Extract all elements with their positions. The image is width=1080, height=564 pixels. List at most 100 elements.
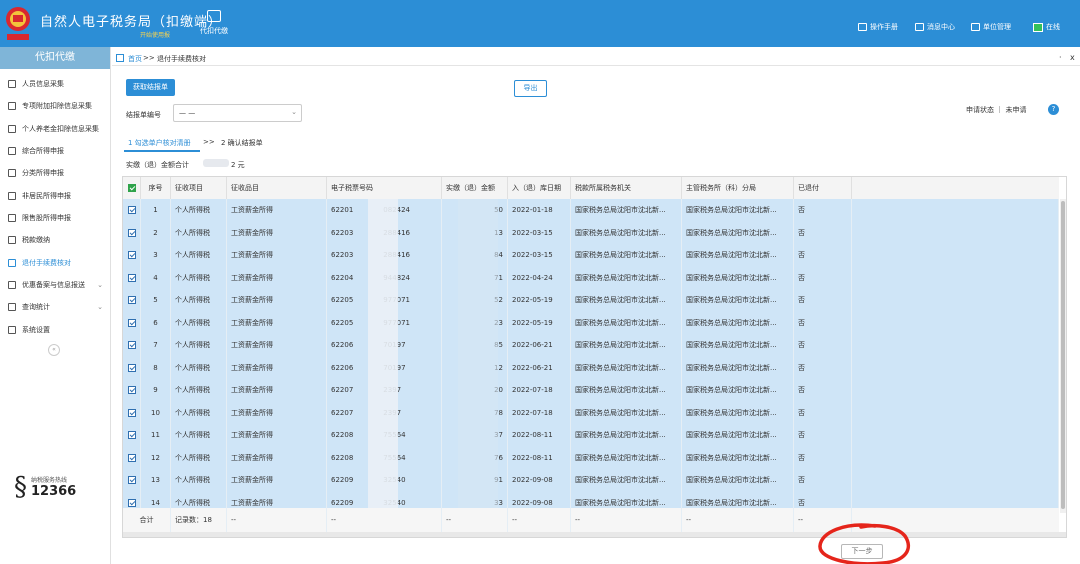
table-cell: 13 <box>141 469 171 492</box>
table-cell: 国家税务总局沈阳市沈北新... <box>571 401 682 424</box>
table-cell: 2022-08-11 <box>508 446 571 469</box>
table-cell: 国家税务总局沈阳市沈北新... <box>682 334 794 357</box>
table-row[interactable]: 11个人所得税工资薪金所得6220875564372022-08-11国家税务总… <box>123 424 1059 447</box>
statement-number-select[interactable]: — — ⌄ <box>173 104 302 122</box>
row-checkbox[interactable] <box>123 469 141 492</box>
column-header: 已退付 <box>794 177 852 199</box>
table-cell <box>852 379 1059 402</box>
table-cell: 个人所得税 <box>171 334 227 357</box>
next-step-button[interactable]: 下一步 <box>841 544 883 559</box>
table-cell <box>852 424 1059 447</box>
select-all-checkbox[interactable] <box>123 177 141 199</box>
horizontal-scrollbar[interactable] <box>123 532 1066 537</box>
table-cell: 国家税务总局沈阳市沈北新... <box>571 311 682 334</box>
table-cell: 国家税务总局沈阳市沈北新... <box>682 221 794 244</box>
table-cell: 9 <box>141 379 171 402</box>
row-checkbox[interactable] <box>123 244 141 267</box>
tax-emblem-icon <box>6 7 30 40</box>
sidebar-item[interactable]: 税款缴纳 <box>0 230 111 250</box>
table-cell <box>852 221 1059 244</box>
table-cell: 个人所得税 <box>171 199 227 222</box>
row-checkbox[interactable] <box>123 401 141 424</box>
sidebar-item[interactable]: 人员信息采集 <box>0 74 111 94</box>
sidebar-collapse-button[interactable]: « <box>48 344 60 356</box>
online-status-button[interactable]: 在线 <box>1033 22 1060 32</box>
row-checkbox[interactable] <box>123 424 141 447</box>
table-cell: 个人所得税 <box>171 379 227 402</box>
row-checkbox[interactable] <box>123 446 141 469</box>
row-checkbox[interactable] <box>123 199 141 222</box>
message-center-button[interactable]: 消息中心 <box>915 22 955 32</box>
footer-cell: -- <box>794 508 852 532</box>
table-cell: 2022-08-11 <box>508 424 571 447</box>
table-row[interactable]: 6个人所得税工资薪金所得62205977071232022-05-19国家税务总… <box>123 311 1059 334</box>
sidebar-item[interactable]: 系统设置 <box>0 320 111 340</box>
table-cell: 国家税务总局沈阳市沈北新... <box>682 266 794 289</box>
table-row[interactable]: 9个人所得税工资薪金所得622072397202022-07-18国家税务总局沈… <box>123 379 1059 402</box>
ticket-prefix: 62203 <box>331 251 354 259</box>
sidebar-item[interactable]: 优惠备案与信息报送 ⌄ <box>0 275 111 295</box>
search-icon <box>8 303 16 311</box>
fetch-statement-button[interactable]: 获取结报单 <box>126 79 175 96</box>
table-row[interactable]: 12个人所得税工资薪金所得6220875564762022-08-11国家税务总… <box>123 446 1059 469</box>
row-checkbox[interactable] <box>123 289 141 312</box>
home-icon[interactable] <box>116 54 124 62</box>
table-cell: 2022-09-08 <box>508 469 571 492</box>
checkbox-icon <box>127 228 136 237</box>
table-row[interactable]: 13个人所得税工资薪金所得6220932540912022-09-08国家税务总… <box>123 469 1059 492</box>
sidebar-item[interactable]: 专项附加扣除信息采集 <box>0 96 111 116</box>
row-checkbox[interactable] <box>123 311 141 334</box>
sidebar-item[interactable]: 综合所得申报 <box>0 141 111 161</box>
breadcrumb-home-link[interactable]: 首页 <box>128 54 142 64</box>
table-row[interactable]: 2个人所得税工资薪金所得62203288416132022-03-15国家税务总… <box>123 221 1059 244</box>
row-checkbox[interactable] <box>123 379 141 402</box>
table-cell: 2022-05-19 <box>508 289 571 312</box>
scrollbar-thumb[interactable] <box>1061 201 1065 509</box>
manual-button[interactable]: 操作手册 <box>858 22 898 32</box>
redacted-region <box>203 159 229 167</box>
ticket-prefix: 62208 <box>331 453 354 462</box>
row-checkbox[interactable] <box>123 334 141 357</box>
table-row[interactable]: 10个人所得税工资薪金所得622072397782022-07-18国家税务总局… <box>123 401 1059 424</box>
sidebar-item-label: 个人养老金扣除信息采集 <box>22 125 99 133</box>
manual-icon <box>858 23 867 31</box>
ticket-prefix: 62203 <box>331 228 354 237</box>
person-icon <box>8 80 16 88</box>
sidebar-item[interactable]: 非居民所得申报 <box>0 186 111 206</box>
sidebar-item[interactable]: 查询统计 ⌄ <box>0 297 111 317</box>
step-2-tab[interactable]: 2 确认结报单 <box>221 138 263 148</box>
export-button[interactable]: 导出 <box>514 80 547 97</box>
table-row[interactable]: 5个人所得税工资薪金所得62205977071522022-05-19国家税务总… <box>123 289 1059 312</box>
table-cell: 11 <box>141 424 171 447</box>
close-tab-icon[interactable]: x <box>1070 53 1075 62</box>
row-checkbox[interactable] <box>123 221 141 244</box>
sidebar-item[interactable]: 限售股所得申报 <box>0 208 111 228</box>
hotline-badge: § 纳税服务热线 12366 <box>14 474 76 500</box>
help-icon[interactable]: ? <box>1048 104 1059 115</box>
row-checkbox[interactable] <box>123 356 141 379</box>
table-row[interactable]: 4个人所得税工资薪金所得62204944824712022-04-24国家税务总… <box>123 266 1059 289</box>
nav-daikou-button[interactable]: 代扣代缴 <box>196 10 232 36</box>
table-cell <box>852 244 1059 267</box>
tab-menu-icon[interactable]: · <box>1059 53 1062 62</box>
sidebar-item[interactable]: 个人养老金扣除信息采集 <box>0 119 111 139</box>
sidebar-item[interactable]: 退付手续费核对 <box>0 253 111 273</box>
table-cell: 5 <box>141 289 171 312</box>
table-row[interactable]: 1个人所得税工资薪金所得62201082424502022-01-18国家税务总… <box>123 199 1059 222</box>
column-header: 征收品目 <box>227 177 327 199</box>
table-row[interactable]: 8个人所得税工资薪金所得6220670197122022-06-21国家税务总局… <box>123 356 1059 379</box>
table-cell: 工资薪金所得 <box>227 266 327 289</box>
statement-number-value: — — <box>179 109 196 117</box>
table-cell: 国家税务总局沈阳市沈北新... <box>571 244 682 267</box>
step-1-tab[interactable]: 1 勾选单户核对清册 <box>128 138 191 148</box>
sidebar-item[interactable]: 分类所得申报 <box>0 163 111 183</box>
pie-icon <box>8 169 16 177</box>
table-row[interactable]: 7个人所得税工资薪金所得6220670197852022-06-21国家税务总局… <box>123 334 1059 357</box>
table-cell: 2022-03-15 <box>508 221 571 244</box>
unit-management-button[interactable]: 单位管理 <box>971 22 1011 32</box>
table-row[interactable]: 3个人所得税工资薪金所得62203288416842022-03-15国家税务总… <box>123 244 1059 267</box>
table-cell: 否 <box>794 334 852 357</box>
row-checkbox[interactable] <box>123 266 141 289</box>
table-cell: 工资薪金所得 <box>227 334 327 357</box>
message-icon <box>915 23 924 31</box>
